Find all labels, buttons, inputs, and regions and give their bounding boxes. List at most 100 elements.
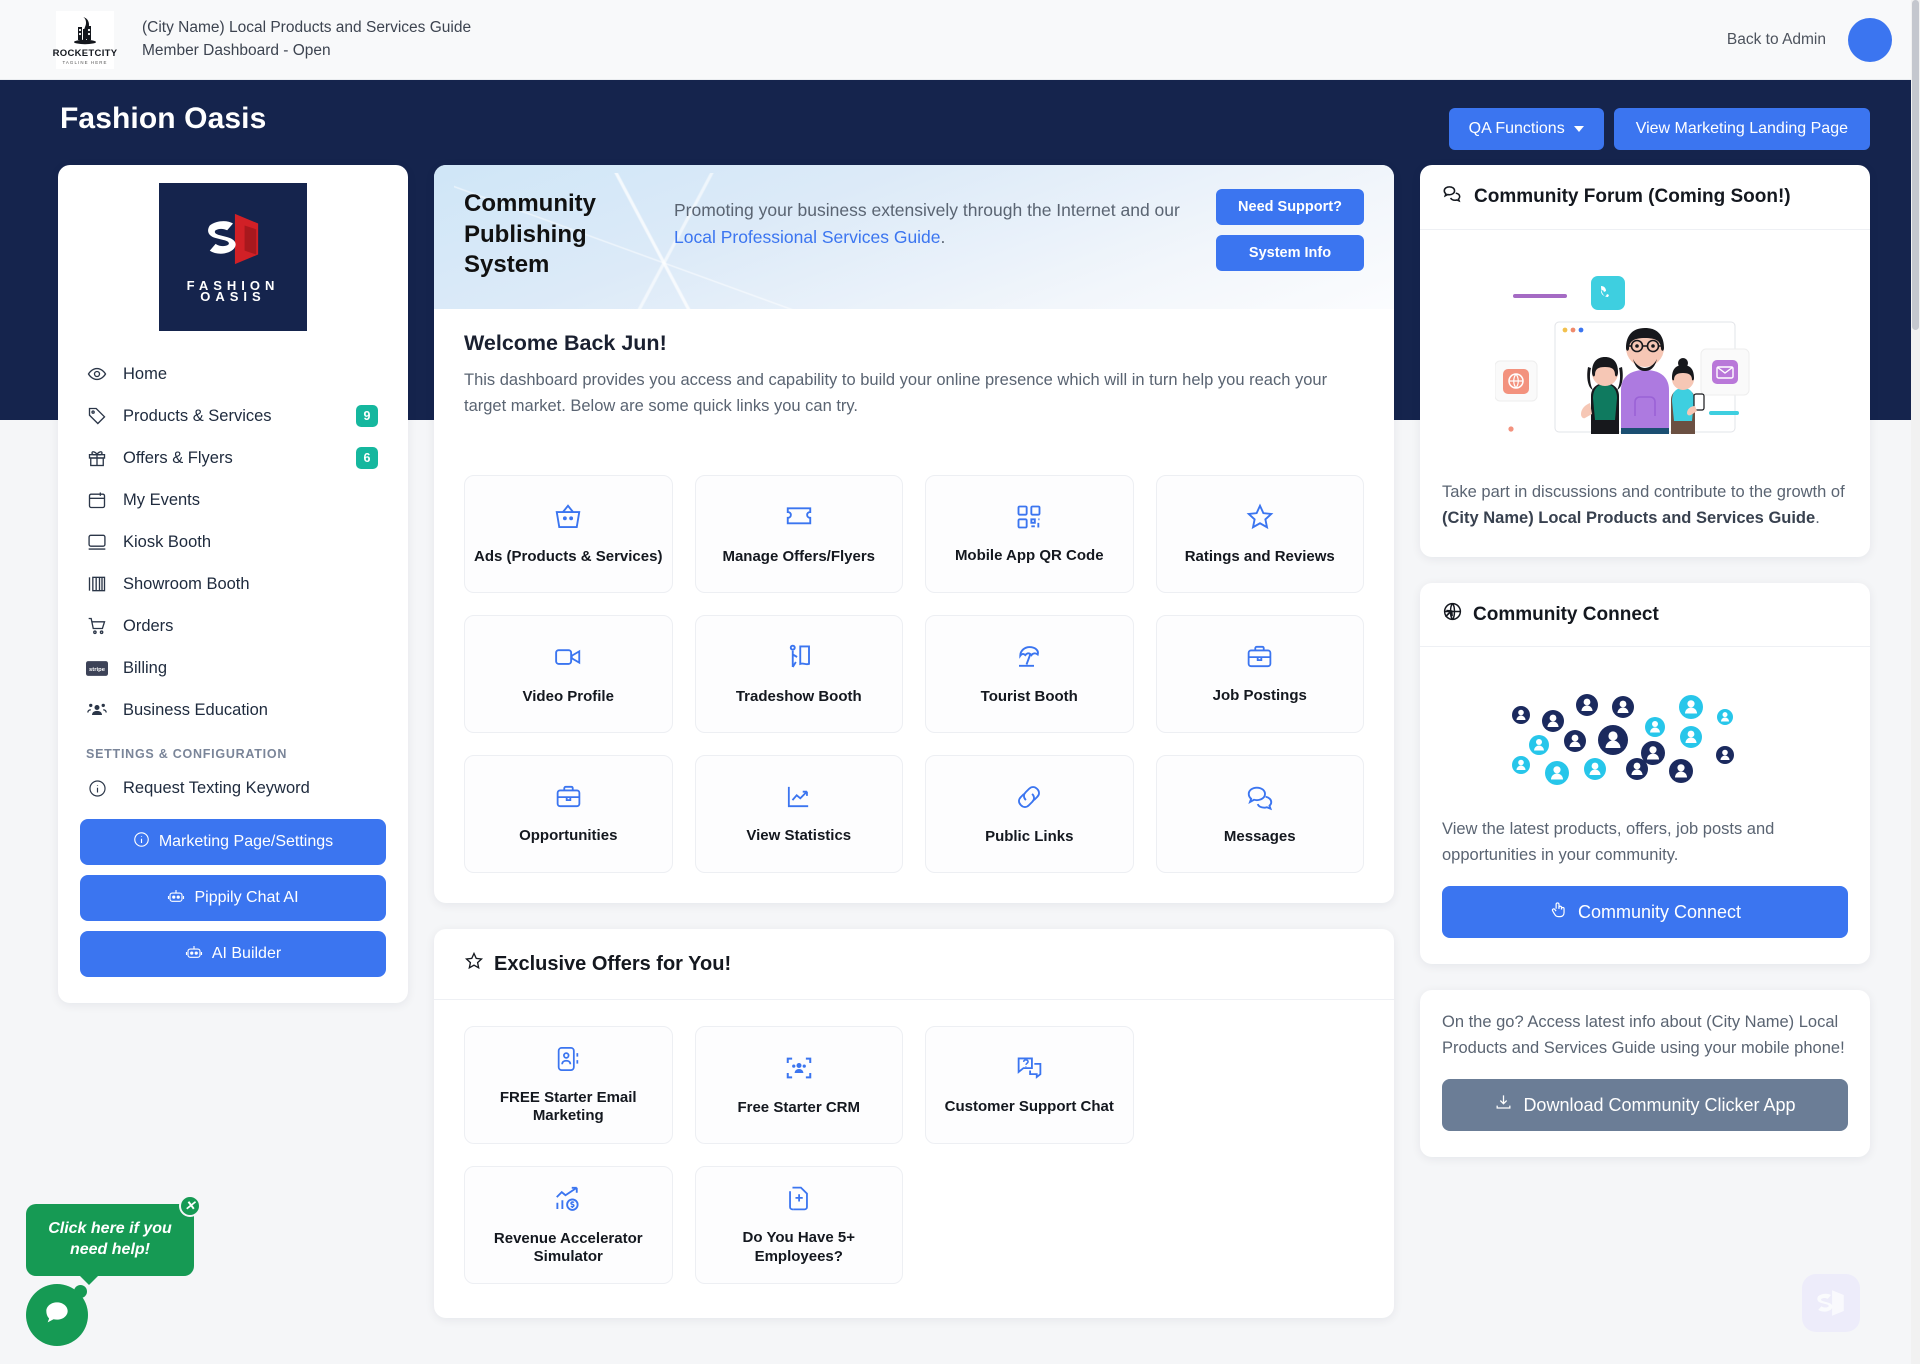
sidebar-section-label: SETTINGS & CONFIGURATION [86,747,288,761]
quick-link-public-links[interactable]: Public Links [925,755,1134,874]
sidebar-item-showroom-booth[interactable]: Showroom Booth [80,563,386,605]
download-community-clicker-app-button[interactable]: Download Community Clicker App [1442,1079,1848,1132]
community-connect-card: Community Connect View the latest produc… [1420,583,1870,965]
download-icon [1494,1093,1513,1117]
sidebar-item-label: Home [123,364,168,383]
quick-link-view-statistics[interactable]: View Statistics [694,755,903,874]
quick-link-label: Mobile App QR Code [954,546,1104,564]
quick-link-label: Tradeshow Booth [735,687,862,705]
quick-link-messages[interactable]: Messages [1155,755,1364,874]
dashboard-subtitle: Member Dashboard - Open [142,41,331,59]
back-to-admin-link[interactable]: Back to Admin [1727,31,1826,49]
sidebar-item-label: Billing [123,658,168,677]
promo-text-before: Promoting your business extensively thro… [674,200,1180,220]
sidebar-item-label: Request Texting Keyword [123,778,310,797]
welcome-heading: Welcome Back Jun! [464,331,667,356]
guide-title: (City Name) Local Products and Services … [142,19,472,37]
logo-tagline: TAGLINE HERE [62,59,108,65]
ai-builder-button[interactable]: AI Builder [80,931,386,977]
page-scrollbar[interactable] [1911,0,1920,1364]
view-landing-label: View Marketing Landing Page [1635,120,1848,137]
chat-icon [41,1297,73,1334]
quick-link-mobile-qr[interactable]: Mobile App QR Code [925,475,1134,594]
forum-text-after: . [1815,508,1820,527]
quick-link-ads[interactable]: Ads (Products & Services) [464,475,673,594]
quick-link-label: Tourist Booth [980,687,1078,705]
contact-card-icon [554,1045,582,1078]
quick-link-job-postings[interactable]: Job Postings [1155,615,1364,734]
community-forum-card: Community Forum (Coming Soon!) Take part… [1420,165,1870,558]
sidebar-button-label: Pippily Chat AI [194,889,299,906]
sidebar-item-label: Products & Services [123,406,272,425]
scrollbar-thumb[interactable] [1912,0,1919,330]
pippily-chat-ai-button[interactable]: Pippily Chat AI [80,875,386,921]
mobile-app-text: On the go? Access latest info about (Cit… [1442,1013,1845,1057]
offer-free-starter-email-marketing[interactable]: FREE Starter Email Marketing [464,1026,673,1145]
eye-icon [86,364,108,384]
sidebar-item-label: My Events [123,490,201,509]
chat-bubbles-icon [1442,183,1464,211]
quick-link-label: Opportunities [519,827,618,845]
sidebar-item-products-services[interactable]: Products & Services 9 [80,395,386,437]
quick-link-tourist-booth[interactable]: Tourist Booth [925,615,1134,734]
corner-app-badge[interactable] [1802,1274,1860,1332]
view-marketing-landing-page-button[interactable]: View Marketing Landing Page [1613,108,1870,150]
system-info-button[interactable]: System Info [1216,235,1364,271]
sidebar-item-business-education[interactable]: Business Education [80,689,386,731]
quick-link-manage-offers[interactable]: Manage Offers/Flyers [694,475,903,594]
qa-functions-label: QA Functions [1468,120,1565,137]
qa-functions-button[interactable]: QA Functions [1448,108,1604,150]
quick-link-opportunities[interactable]: Opportunities [464,755,673,874]
tradeshow-icon [784,642,814,677]
sidebar-item-label: Showroom Booth [123,574,250,593]
logo-text-line2: OASIS [200,289,266,304]
main-column: Community Publishing System Promoting yo… [434,165,1394,1319]
robot-icon [167,887,185,910]
sidebar-item-orders[interactable]: Orders [80,605,386,647]
mobile-app-card: On the go? Access latest info about (Cit… [1420,990,1870,1158]
quick-link-video-profile[interactable]: Video Profile [464,615,673,734]
local-professional-services-guide-link[interactable]: Local Professional Services Guide [674,227,941,247]
sidebar-item-label: Business Education [123,700,268,719]
briefcase-icon [1245,642,1274,676]
community-forum-title: Community Forum (Coming Soon!) [1474,186,1791,207]
quick-link-tradeshow-booth[interactable]: Tradeshow Booth [694,615,903,734]
right-column: Community Forum (Coming Soon!) Take part… [1420,165,1870,1158]
exclusive-offers-header: Exclusive Offers for You! [434,929,1394,1001]
offer-5-plus-employees[interactable]: Do You Have 5+ Employees? [694,1166,903,1285]
promo-buttons: Need Support? System Info [1216,189,1364,271]
sidebar-item-request-texting-keyword[interactable]: Request Texting Keyword [80,767,386,809]
gift-icon [86,448,108,468]
community-connect-header: Community Connect [1420,583,1870,648]
crm-scan-icon [784,1053,814,1088]
chevron-down-icon [1573,126,1584,132]
sidebar-item-my-events[interactable]: My Events [80,479,386,521]
rocket-icon [70,15,100,49]
document-plus-icon [784,1184,813,1218]
offer-revenue-accelerator-simulator[interactable]: Revenue Accelerator Simulator [464,1166,673,1285]
chart-line-icon [784,782,813,816]
cart-icon [86,616,108,636]
offer-free-starter-crm[interactable]: Free Starter CRM [694,1026,903,1145]
fashion-oasis-mark [208,213,259,265]
avatar[interactable] [1848,17,1892,62]
basket-icon [553,502,583,537]
video-camera-icon [553,642,583,677]
info-circle-icon [133,831,150,853]
quick-link-ratings-reviews[interactable]: Ratings and Reviews [1155,475,1364,594]
sidebar-item-kiosk-booth[interactable]: Kiosk Booth [80,521,386,563]
sidebar-item-billing[interactable]: stripe Billing [80,647,386,689]
marketing-page-settings-button[interactable]: Marketing Page/Settings [80,819,386,865]
community-forum-text: Take part in discussions and contribute … [1442,480,1848,531]
chat-launcher-button[interactable] [26,1284,88,1346]
people-icon [86,700,108,720]
sidebar-item-home[interactable]: Home [80,353,386,395]
offer-customer-support-chat[interactable]: Customer Support Chat [925,1026,1134,1145]
chat-help-bubble[interactable]: Click here if you need help! ✕ [26,1195,201,1298]
promo-text-after: . [940,227,946,248]
forum-text-before: Take part in discussions and contribute … [1442,483,1845,501]
need-support-button[interactable]: Need Support? [1216,189,1364,225]
offer-label: Free Starter CRM [737,1098,861,1116]
community-connect-button[interactable]: Community Connect [1442,886,1848,939]
sidebar-item-offers-flyers[interactable]: Offers & Flyers 6 [80,437,386,479]
